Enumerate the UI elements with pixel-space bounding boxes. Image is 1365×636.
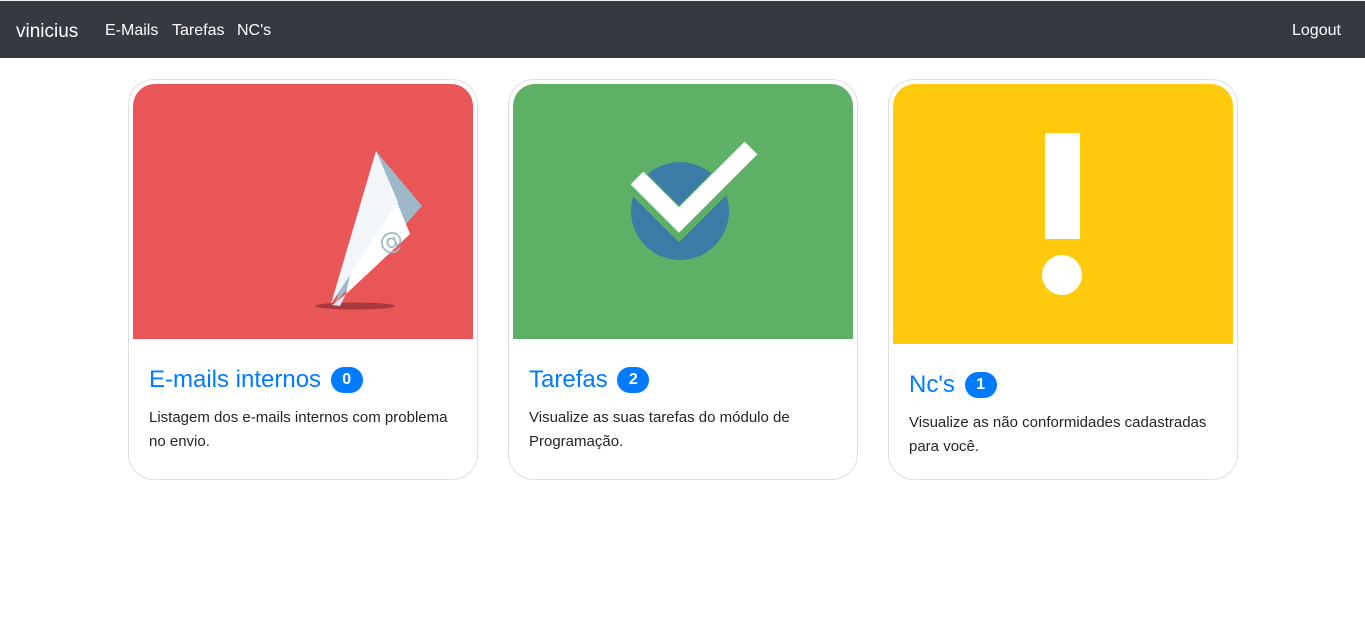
emails-card-description: Listagem dos e-mails internos com proble…: [149, 409, 448, 450]
logout-link[interactable]: Logout: [1292, 21, 1341, 41]
ncs-card-title[interactable]: Nc's 1: [909, 370, 997, 400]
tarefas-card-title[interactable]: Tarefas 2: [529, 365, 650, 395]
exclamation-icon: [893, 84, 1233, 344]
emails-card-title[interactable]: E-mails internos 0: [149, 365, 363, 395]
tarefas-card-description: Visualize as suas tarefas do módulo de P…: [529, 409, 790, 450]
top-navbar: vinicius E-Mails Tarefas NC's Logout: [0, 0, 1365, 58]
emails-card: @ E-mails internos 0 Listagem dos e-mail…: [128, 79, 478, 480]
ncs-card-description: Visualize as não conformidades cadastrad…: [909, 414, 1207, 455]
ncs-card: Nc's 1 Visualize as não conformidades ca…: [888, 79, 1238, 480]
ncs-count-badge: 1: [964, 372, 997, 398]
brand-link[interactable]: vinicius: [16, 21, 78, 43]
tarefas-card-image[interactable]: [513, 84, 853, 339]
nav-ncs-link[interactable]: NC's: [237, 21, 271, 41]
nav-emails-link[interactable]: E-Mails: [105, 21, 158, 41]
nav-tarefas-link[interactable]: Tarefas: [172, 21, 224, 41]
tarefas-count-badge: 2: [617, 367, 650, 393]
checkmark-icon: [513, 84, 853, 339]
emails-count-badge: 0: [330, 367, 363, 393]
tarefas-card: Tarefas 2 Visualize as suas tarefas do m…: [508, 79, 858, 480]
paper-plane-email-icon: @: [133, 84, 473, 339]
emails-card-image[interactable]: @: [133, 84, 473, 339]
ncs-card-image[interactable]: [893, 84, 1233, 344]
